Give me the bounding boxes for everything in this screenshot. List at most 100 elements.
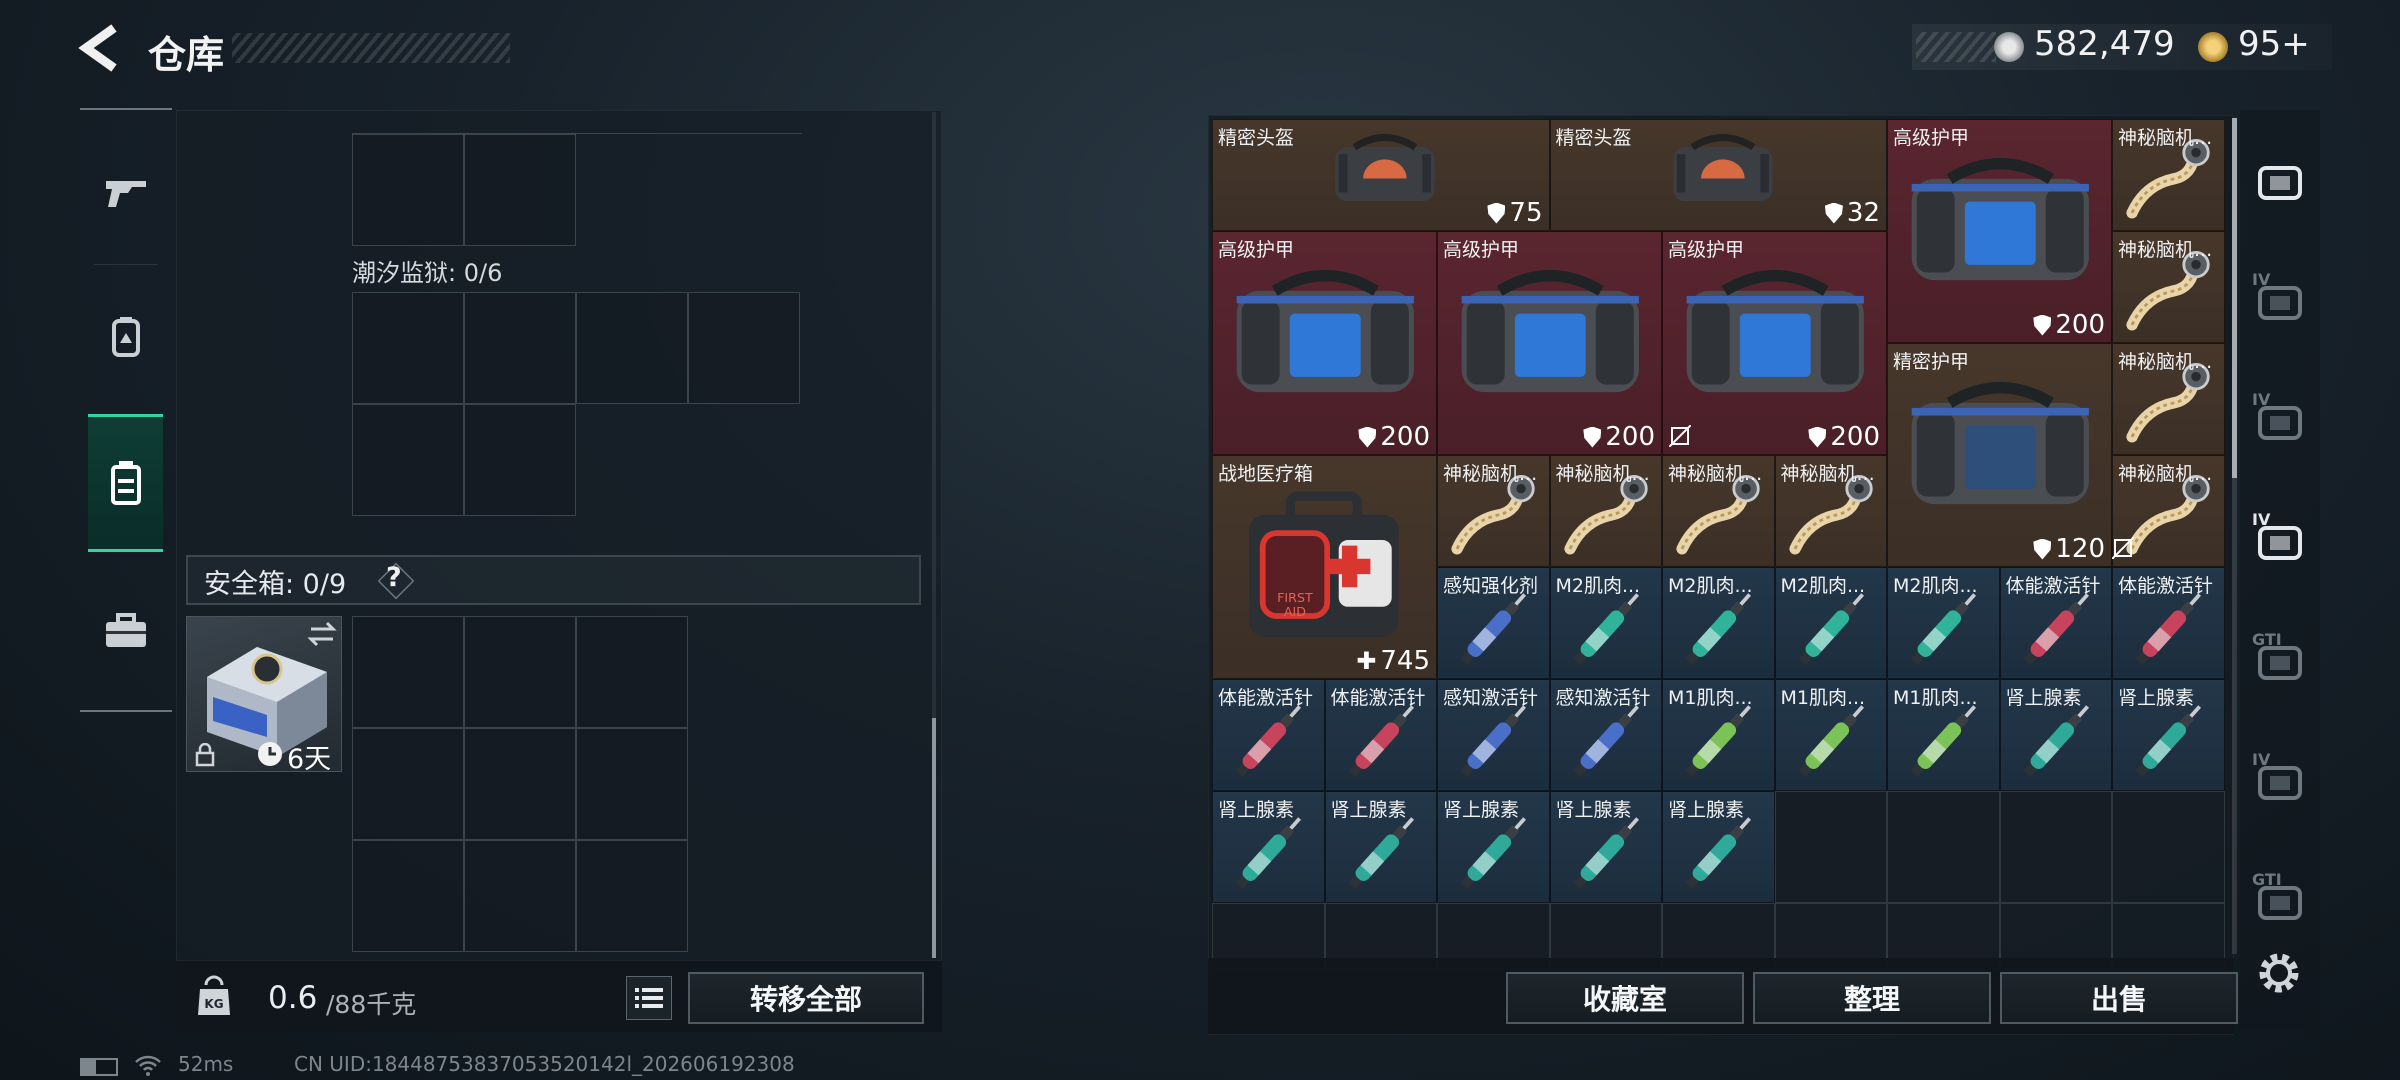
inventory-slot[interactable] (1774, 791, 1887, 903)
wifi-icon (134, 1054, 162, 1080)
storage-slot[interactable] (464, 134, 576, 246)
inventory-item[interactable]: 高级护甲 200 (1887, 119, 2112, 343)
sell-button[interactable]: 出售 (2000, 972, 2238, 1024)
storage-slot[interactable] (464, 404, 576, 516)
tab-tier-label: IV (2252, 270, 2271, 289)
weight-current: 0.6 (268, 980, 318, 1016)
durability-icon (1808, 426, 1827, 448)
tab-vest[interactable] (88, 414, 163, 552)
inventory-item[interactable]: 体能激活针 (1999, 567, 2112, 679)
swap-icon[interactable] (307, 621, 337, 651)
tabs-divider-top (80, 108, 172, 110)
durability-icon (2033, 314, 2052, 336)
inventory-item[interactable]: 肾上腺素 (1212, 791, 1325, 903)
vest-slot-icon[interactable]: IV (2250, 270, 2310, 330)
storage-slot[interactable] (464, 728, 576, 840)
inventory-item[interactable]: M1肌肉... (1662, 679, 1775, 791)
storage-slot[interactable] (464, 840, 576, 952)
item-name: 高级护甲 (1893, 127, 1970, 149)
inventory-item[interactable]: 肾上腺素 (1999, 679, 2112, 791)
armor-slot-icon[interactable]: GTI (2250, 630, 2310, 690)
inventory-item[interactable]: 体能激活针 (2112, 567, 2225, 679)
weapon-slot-icon[interactable]: GTI (2250, 870, 2310, 930)
inventory-slot[interactable] (2112, 791, 2225, 903)
inventory-item[interactable]: 精密头盔 32 (1549, 119, 1887, 231)
inventory-item[interactable]: 神秘脑机... (1662, 455, 1775, 567)
token-icon (2198, 32, 2228, 62)
list-view-button[interactable] (626, 976, 672, 1020)
storage-slot[interactable] (464, 292, 576, 404)
collection-button[interactable]: 收藏室 (1506, 972, 1744, 1024)
settings-button[interactable] (2256, 950, 2302, 1000)
inventory-item[interactable]: 神秘脑机... (1774, 455, 1887, 567)
safe-box-item[interactable]: 6天 (186, 616, 342, 775)
inventory-item[interactable]: 体能激活针 (1324, 679, 1437, 791)
inventory-item[interactable]: 高级护甲 200 (1212, 231, 1437, 455)
storage-slot[interactable] (688, 292, 800, 404)
storage-slot[interactable] (352, 404, 464, 516)
backpack-slot-icon[interactable]: IV (2250, 750, 2310, 810)
tab-case[interactable] (88, 562, 163, 700)
inventory-item[interactable]: 肾上腺素 (1549, 791, 1662, 903)
inventory-item[interactable]: 神秘脑机... (2112, 119, 2225, 231)
inventory-item[interactable]: M1肌肉... (1774, 679, 1887, 791)
inventory-item[interactable]: 肾上腺素 (1324, 791, 1437, 903)
item-name: 精密头盔 (1218, 127, 1295, 149)
inventory-item[interactable]: 感知激活针 (1549, 679, 1662, 791)
inventory-item[interactable]: 感知激活针 (1437, 679, 1550, 791)
armor-bag-icon (1911, 157, 2090, 280)
helmet-slot-icon[interactable] (2250, 150, 2310, 210)
inventory-item[interactable]: 神秘脑机... (1437, 455, 1550, 567)
inventory-scrollbar-thumb[interactable] (2232, 118, 2237, 478)
storage-slot[interactable] (576, 840, 688, 952)
storage-slot[interactable] (576, 616, 688, 728)
tab-tier-label: IV (2252, 390, 2271, 409)
inventory-item[interactable]: M2肌肉... (1887, 567, 2000, 679)
sort-button[interactable]: 整理 (1753, 972, 1991, 1024)
inventory-item[interactable]: 体能激活针 (1212, 679, 1325, 791)
inventory-item[interactable]: 神秘脑机... (1549, 455, 1662, 567)
inventory-item[interactable]: FIRST AID 战地医疗箱 ✚ 745 (1212, 455, 1437, 679)
storage-slot[interactable] (576, 292, 688, 404)
item-name: 神秘脑机... (1443, 463, 1538, 485)
inventory-item[interactable]: 肾上腺素 (1437, 791, 1550, 903)
inventory-item[interactable]: M2肌肉... (1662, 567, 1775, 679)
storage-slot[interactable] (352, 840, 464, 952)
tab-tier-label: IV (2252, 750, 2271, 769)
inventory-item[interactable]: 高级护甲 200 (1437, 231, 1662, 455)
inventory-slot[interactable] (1887, 791, 2000, 903)
tab-backpack[interactable] (88, 268, 163, 406)
health-icon: ✚ (1356, 647, 1377, 675)
storage-slot[interactable] (464, 616, 576, 728)
storage-scrollbar-thumb[interactable] (932, 718, 936, 958)
tab-weapons[interactable] (88, 122, 163, 260)
storage-slot[interactable] (352, 292, 464, 404)
rig-slot-icon[interactable]: IV (2250, 390, 2310, 450)
help-button[interactable]: ? (386, 562, 402, 593)
inventory-slot[interactable] (1999, 791, 2112, 903)
inventory-item[interactable]: 精密护甲 120 (1887, 343, 2112, 567)
storage-slot[interactable] (352, 728, 464, 840)
durability-icon (2033, 538, 2052, 560)
inventory-item[interactable]: 肾上腺素 (1662, 791, 1775, 903)
inventory-item[interactable]: 高级护甲 200 (1662, 231, 1887, 455)
svg-text:FIRST: FIRST (1277, 591, 1313, 606)
inventory-item[interactable]: 感知强化剂 (1437, 567, 1550, 679)
battery-icon (80, 1058, 118, 1076)
inventory-item[interactable]: 神秘脑机... (2112, 343, 2225, 455)
storage-slot[interactable] (352, 134, 464, 246)
transfer-all-button[interactable]: 转移全部 (688, 972, 924, 1024)
inventory-item[interactable]: M2肌肉... (1774, 567, 1887, 679)
back-button[interactable] (78, 24, 124, 72)
inventory-item[interactable]: M1肌肉... (1887, 679, 2000, 791)
item-name: M2肌肉... (1893, 575, 1978, 597)
storage-slot[interactable] (576, 728, 688, 840)
inventory-item[interactable]: 肾上腺素 (2112, 679, 2225, 791)
inventory-item[interactable]: M2肌肉... (1549, 567, 1662, 679)
storage-slot[interactable] (352, 616, 464, 728)
no-durability-icon (2111, 536, 2135, 560)
medkit-slot-icon[interactable]: IV (2250, 510, 2310, 570)
inventory-item[interactable]: 神秘脑机... (2112, 231, 2225, 343)
token-amount[interactable]: 95+ (2238, 24, 2310, 64)
inventory-item[interactable]: 精密头盔 75 (1212, 119, 1550, 231)
